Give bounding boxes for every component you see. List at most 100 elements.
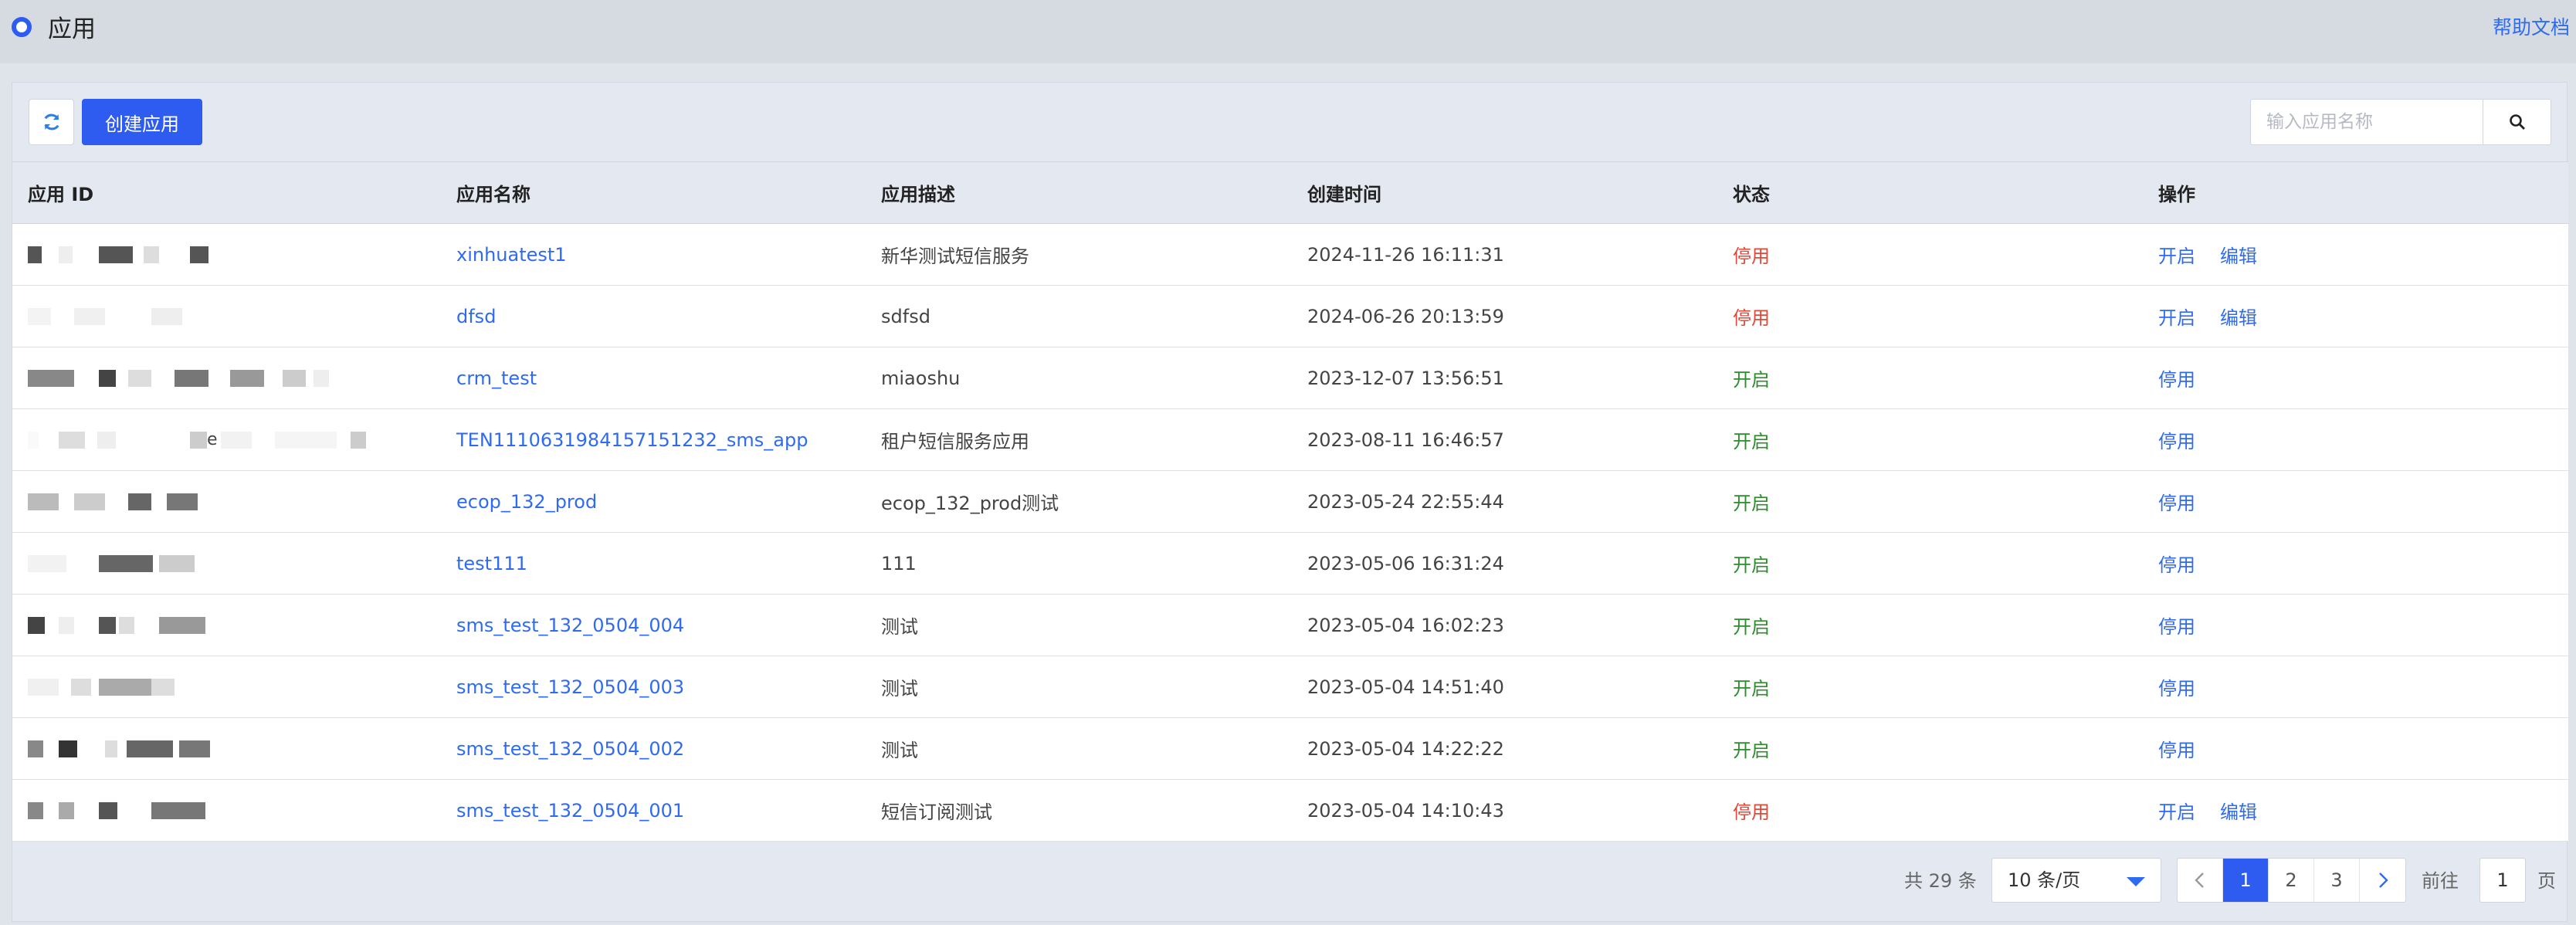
app-id-cell: e (12, 408, 441, 471)
pagination: 共 29 条 10 条/页 1 2 3 前往 页 (12, 824, 2567, 923)
search-icon (2509, 114, 2525, 130)
table-row: sms_test_132_0504_003 测试 2023-05-04 14:51:… (12, 656, 2568, 718)
page-size-value: 10 条/页 (2008, 869, 2081, 891)
status-cell: 开启 (1717, 656, 2143, 718)
caret-down-icon (2127, 877, 2145, 886)
page-title: 应用 (48, 15, 96, 43)
toggle-status-link[interactable]: 开启 (2158, 307, 2195, 329)
toolbar: 创建应用 (12, 83, 2567, 161)
toggle-status-link[interactable]: 开启 (2158, 801, 2195, 823)
table-row: sms_test_132_0504_004 测试 2023-05-04 16:02:… (12, 594, 2568, 656)
masked-app-id (28, 367, 329, 390)
page-button-3[interactable]: 3 (2314, 859, 2360, 902)
col-header-app-name: 应用名称 (441, 161, 866, 224)
app-name-cell: crm_test (441, 347, 866, 409)
app-description: ecop_132_prod测试 (866, 470, 1292, 533)
prev-page-button[interactable] (2178, 859, 2223, 902)
page-button-2[interactable]: 2 (2269, 859, 2314, 902)
goto-label: 前往 (2422, 870, 2459, 892)
status-cell: 开启 (1717, 717, 2143, 780)
help-docs-link[interactable]: 帮助文档 (2493, 12, 2570, 40)
status-badge: 停用 (1733, 307, 1770, 329)
toggle-status-link[interactable]: 开启 (2158, 246, 2195, 267)
chevron-left-icon (2195, 872, 2204, 888)
app-description: 测试 (866, 717, 1292, 780)
page-button-1[interactable]: 1 (2223, 859, 2269, 902)
pager: 1 2 3 (2177, 858, 2406, 903)
search-box (2250, 99, 2551, 145)
toggle-status-link[interactable]: 停用 (2158, 369, 2195, 391)
app-name-cell: test111 (441, 532, 866, 595)
table-row: crm_test miaoshu 2023-12-07 13:56:51 开启 停用 (12, 347, 2568, 409)
app-name-link[interactable]: sms_test_132_0504_001 (456, 800, 684, 822)
edit-link[interactable]: 编辑 (2220, 801, 2257, 823)
app-name-link[interactable]: sms_test_132_0504_004 (456, 615, 684, 636)
app-description: 新华测试短信服务 (866, 223, 1292, 286)
actions-cell: 停用 (2143, 470, 2568, 533)
created-time: 2023-05-24 22:55:44 (1292, 470, 1717, 533)
col-header-actions: 操作 (2143, 161, 2568, 224)
chevron-right-icon (2378, 872, 2388, 888)
masked-app-id (28, 676, 205, 699)
app-id-cell (12, 223, 441, 286)
actions-cell: 停用 (2143, 347, 2568, 409)
masked-app-id (28, 799, 205, 822)
apps-table: 应用 ID 应用名称 应用描述 创建时间 状态 操作 xinhuatest1 新华… (12, 161, 2568, 842)
toggle-status-link[interactable]: 停用 (2158, 678, 2195, 700)
created-time: 2023-12-07 13:56:51 (1292, 347, 1717, 409)
created-time: 2024-11-26 16:11:31 (1292, 223, 1717, 286)
masked-app-id (28, 614, 205, 637)
app-id-cell (12, 347, 441, 409)
col-header-created-time: 创建时间 (1292, 161, 1717, 224)
table-row: dfsd sdfsd 2024-06-26 20:13:59 停用 开启 编辑 (12, 285, 2568, 347)
status-badge: 开启 (1733, 554, 1770, 576)
app-id-cell (12, 717, 441, 780)
goto-page-input[interactable] (2479, 858, 2526, 903)
actions-cell: 停用 (2143, 717, 2568, 780)
col-header-app-description: 应用描述 (866, 161, 1292, 224)
actions-cell: 开启 编辑 (2143, 285, 2568, 347)
col-header-app-id: 应用 ID (12, 161, 441, 224)
app-name-link[interactable]: crm_test (456, 368, 537, 389)
app-name-link[interactable]: TEN111063198415715​1232_sms_app (456, 429, 808, 451)
app-name-link[interactable]: ecop_132_prod (456, 491, 597, 513)
page-size-select[interactable]: 10 条/页 (1991, 858, 2161, 903)
app-name-link[interactable]: test111 (456, 553, 527, 574)
search-input[interactable] (2251, 100, 2483, 144)
page-unit-label: 页 (2537, 870, 2556, 892)
status-badge: 停用 (1733, 801, 1770, 823)
app-id-cell (12, 594, 441, 656)
actions-cell: 开启 编辑 (2143, 223, 2568, 286)
masked-app-id (28, 305, 205, 328)
status-badge: 开启 (1733, 678, 1770, 700)
app-name-cell: sms_test_132_0504_002 (441, 717, 866, 780)
status-badge: 开启 (1733, 493, 1770, 514)
edit-link[interactable]: 编辑 (2220, 307, 2257, 329)
toggle-status-link[interactable]: 停用 (2158, 740, 2195, 761)
next-page-button[interactable] (2360, 859, 2405, 902)
toggle-status-link[interactable]: 停用 (2158, 554, 2195, 576)
status-badge: 开启 (1733, 616, 1770, 638)
app-name-link[interactable]: sms_test_132_0504_002 (456, 738, 684, 760)
app-name-link[interactable]: xinhuatest1 (456, 244, 567, 266)
ring-logo-icon (12, 17, 32, 37)
masked-app-id (28, 552, 205, 575)
status-cell: 停用 (1717, 285, 2143, 347)
app-name-link[interactable]: dfsd (456, 306, 496, 327)
app-description: miaoshu (866, 347, 1292, 409)
toggle-status-link[interactable]: 停用 (2158, 493, 2195, 514)
app-name-cell: sms_test_132_0504_004 (441, 594, 866, 656)
edit-link[interactable]: 编辑 (2220, 246, 2257, 267)
created-time: 2023-08-11 16:46:57 (1292, 408, 1717, 471)
app-name-link[interactable]: sms_test_132_0504_003 (456, 676, 684, 698)
app-id-cell (12, 470, 441, 533)
status-cell: 开启 (1717, 470, 2143, 533)
toggle-status-link[interactable]: 停用 (2158, 431, 2195, 452)
table-row: xinhuatest1 新华测试短信服务 2024-11-26 16:11:31 停用… (12, 223, 2568, 286)
toggle-status-link[interactable]: 停用 (2158, 616, 2195, 638)
search-button[interactable] (2483, 100, 2551, 144)
app-id-suffix: e (207, 430, 218, 449)
create-app-button[interactable]: 创建应用 (82, 99, 202, 145)
refresh-button[interactable] (29, 99, 74, 145)
table-row: test111 111 2023-05-06 16:31:24 开启 停用 (12, 532, 2568, 595)
